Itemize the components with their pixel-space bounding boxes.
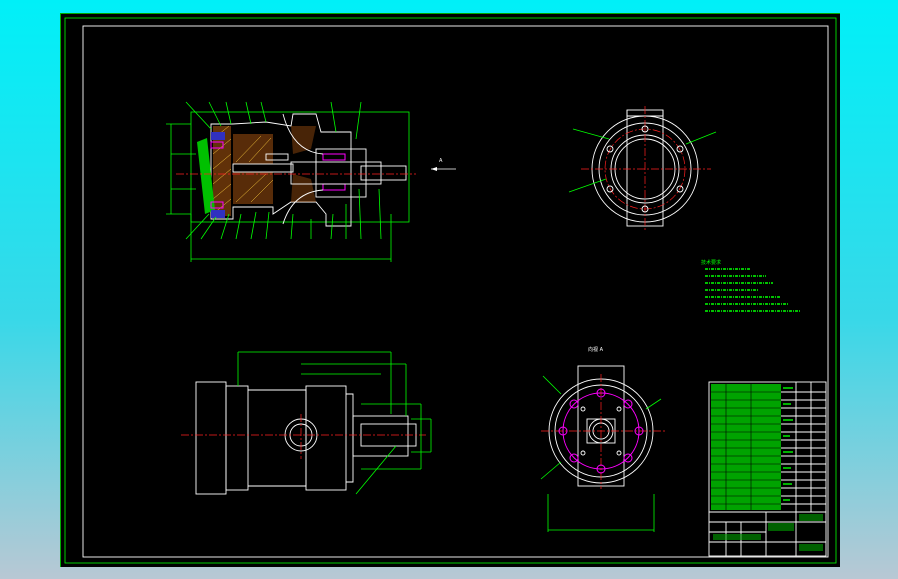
title-block [708,511,827,557]
drawing-sheet: A 技术要求 向视 A [60,13,840,567]
view-arrow-label: A [439,158,443,164]
parts-list [708,381,827,513]
end-view-top [568,106,717,232]
notes-title: 技术要求 [701,259,721,266]
view-title: 向视 A [588,346,604,353]
flange-view: 向视 A [540,346,666,532]
technical-notes: 技术要求 [701,259,801,312]
side-view [181,351,432,495]
section-view [166,101,456,262]
cad-drawing: A 技术要求 向视 A [64,17,837,564]
